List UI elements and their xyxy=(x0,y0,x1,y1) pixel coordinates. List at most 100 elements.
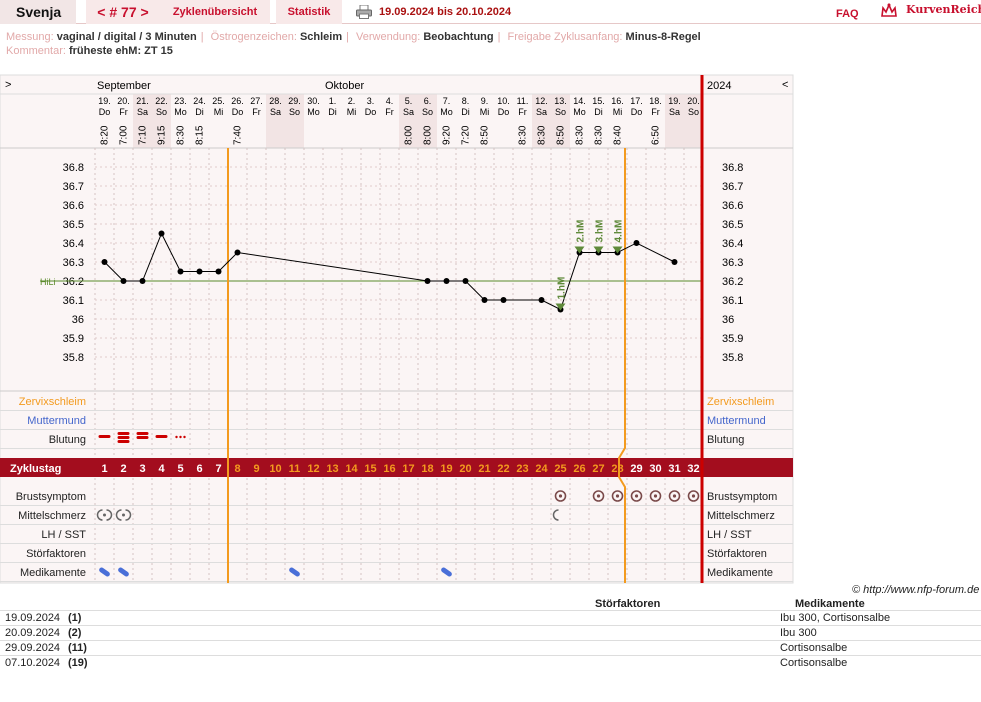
bleeding-mark xyxy=(136,436,149,439)
cycle-day-number: 6 xyxy=(196,463,202,475)
time-label: 9:20 xyxy=(442,125,453,145)
weekday-label: Do xyxy=(631,107,643,117)
note-medication: Ibu 300, Cortisonsalbe xyxy=(780,612,891,624)
time-label: 8:15 xyxy=(195,125,206,145)
date-label: 9. xyxy=(481,96,489,106)
cycle-day-number: 25 xyxy=(554,463,566,475)
row-label-lh: LH / SST xyxy=(41,529,86,541)
time-label: 8:40 xyxy=(613,125,624,145)
cycle-day-number: 14 xyxy=(345,463,358,475)
row-label-medi: Medikamente xyxy=(20,567,86,579)
weekday-label: So xyxy=(688,107,699,117)
date-label: 2. xyxy=(348,96,356,106)
y-tick-right: 36.8 xyxy=(722,162,743,174)
date-label: 27. xyxy=(250,96,263,106)
time-label: 9:15 xyxy=(157,125,168,145)
date-label: 13. xyxy=(554,96,567,106)
date-label: 4. xyxy=(386,96,394,106)
bleeding-mark xyxy=(117,440,130,443)
cycle-day-number: 10 xyxy=(269,463,281,475)
weekday-label: Mo xyxy=(307,107,320,117)
cycle-day-number: 21 xyxy=(478,463,490,475)
cycle-day-number: 15 xyxy=(364,463,376,475)
cycle-day-number: 9 xyxy=(253,463,259,475)
weekday-label: Fr xyxy=(651,107,660,117)
y-tick-left: 36.7 xyxy=(63,181,84,193)
date-label: 29. xyxy=(288,96,301,106)
weekday-label: So xyxy=(289,107,300,117)
cycle-day-number: 26 xyxy=(573,463,585,475)
mittelschmerz-dot xyxy=(122,513,125,517)
weekday-label: So xyxy=(422,107,433,117)
hm-label: 1.hM xyxy=(557,277,568,300)
cycle-day-number: 22 xyxy=(497,463,509,475)
date-label: 8. xyxy=(462,96,470,106)
date-label: 14. xyxy=(573,96,586,106)
weekday-label: Di xyxy=(461,107,470,117)
temperature-point xyxy=(196,268,203,275)
cycle-day-number: 13 xyxy=(326,463,338,475)
y-tick-left: 36.2 xyxy=(63,276,84,288)
row-label-right-lh: LH / SST xyxy=(707,529,752,541)
row-label-blutung: Blutung xyxy=(49,434,86,446)
date-label: 3. xyxy=(367,96,375,106)
hili-label: HiLi xyxy=(40,277,56,287)
weekday-label: Mo xyxy=(440,107,453,117)
time-label: 8:30 xyxy=(594,125,605,145)
date-label: 26. xyxy=(231,96,244,106)
weekday-label: Fr xyxy=(119,107,128,117)
nav-right: < xyxy=(782,79,788,91)
cycle-day-band-right xyxy=(702,458,793,477)
note-medication: Cortisonsalbe xyxy=(780,642,848,654)
notes-header-disturbances: Störfaktoren xyxy=(595,598,661,610)
date-label: 5. xyxy=(405,96,413,106)
weekday-label: So xyxy=(156,107,167,117)
mittelschmerz-dot xyxy=(103,513,106,517)
note-medication: Ibu 300 xyxy=(780,627,817,639)
cycle-day-number: 12 xyxy=(307,463,319,475)
temperature-point xyxy=(671,259,678,265)
date-label: 20. xyxy=(687,96,700,106)
nav-left: > xyxy=(5,79,11,91)
y-tick-right: 36.7 xyxy=(722,181,743,193)
row-label-zervix: Zervixschleim xyxy=(19,396,86,408)
y-tick-right: 35.9 xyxy=(722,333,743,345)
weekday-label: Do xyxy=(99,107,111,117)
weekday-label: Di xyxy=(195,107,204,117)
note-row: 20.09.2024 (2) Ibu 300 xyxy=(0,625,981,640)
date-label: 6. xyxy=(424,96,432,106)
temperature-point xyxy=(424,278,431,284)
y-tick-left: 36 xyxy=(72,314,84,326)
weekday-label: Mo xyxy=(174,107,187,117)
notes-table: Störfaktoren Medikamente 19.09.2024 (1) Ib… xyxy=(0,596,981,669)
y-tick-right: 36 xyxy=(722,314,734,326)
cycle-day-number: 30 xyxy=(649,463,661,475)
bleeding-spotting xyxy=(183,435,186,439)
row-label-right-medi: Medikamente xyxy=(707,567,773,579)
weekday-label: Sa xyxy=(270,107,281,117)
bleeding-mark xyxy=(98,435,111,438)
cycle-day-number: 11 xyxy=(289,463,301,475)
hm-label: 3.hM xyxy=(595,220,606,243)
weekday-label: Mi xyxy=(214,107,224,117)
row-label-right-blutung: Blutung xyxy=(707,434,744,446)
row-label-right-brust: Brustsymptom xyxy=(707,491,777,503)
cycle-day-number: 27 xyxy=(592,463,604,475)
breast-symptom-dot xyxy=(634,494,639,498)
weekday-label: Sa xyxy=(536,107,547,117)
bleeding-spotting xyxy=(179,435,182,439)
cycle-day-number: 28 xyxy=(611,463,623,475)
note-row: 19.09.2024 (1) Ibu 300, Cortisonsalbe xyxy=(0,610,981,625)
time-label: 7:40 xyxy=(233,125,244,145)
date-label: 15. xyxy=(592,96,605,106)
date-label: 20. xyxy=(117,96,130,106)
y-tick-right: 36.6 xyxy=(722,200,743,212)
y-tick-left: 36.4 xyxy=(63,238,84,250)
date-label: 10. xyxy=(497,96,510,106)
month-label: September xyxy=(97,80,151,92)
note-date: 20.09.2024 xyxy=(5,627,61,639)
row-label-mittel: Mittelschmerz xyxy=(18,510,86,522)
cycle-day-number: 32 xyxy=(687,463,699,475)
temperature-point xyxy=(101,259,108,265)
hm-label: 4.hM xyxy=(614,220,625,243)
